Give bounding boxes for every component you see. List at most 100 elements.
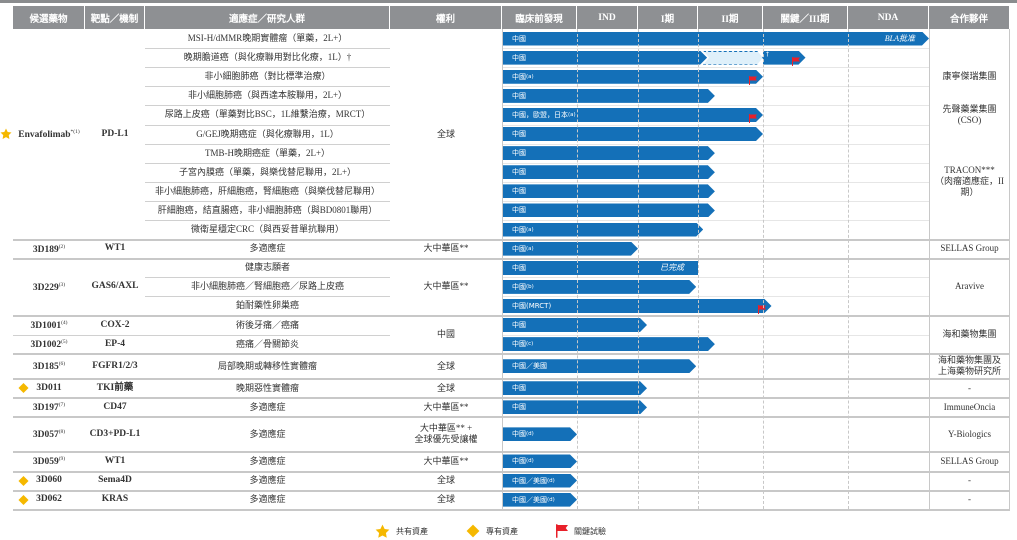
candidate-name: Envafolimab*(1) — [0, 29, 85, 239]
bar-footnote: (a) — [526, 73, 534, 80]
indication-text: 多適應症 — [249, 475, 286, 486]
candidate-label: 3D1001(4) — [30, 319, 68, 332]
bar-region-label: 中國 — [512, 282, 526, 291]
bar-region-label: 中國 — [512, 321, 526, 330]
bar-region-label: 中國／美國 — [512, 362, 547, 371]
bar-region-label: 中國 — [512, 149, 526, 158]
column-header: 關鍵／III期 — [763, 6, 848, 29]
partner-name: 康寧傑瑞集團 — [929, 67, 1010, 86]
bar-region-label: 中國 — [512, 225, 526, 234]
bar-region-label: 中國 — [512, 91, 526, 100]
rights-region: 大中華區** + 全球優先受讓權 — [414, 423, 478, 445]
indication-text: 多適應症 — [249, 428, 286, 439]
row-divider — [502, 105, 929, 107]
candidate-label: 3D057(8) — [32, 429, 66, 441]
bar-region-label: 中國(MRCT) — [512, 301, 552, 310]
column-header: NDA — [848, 6, 929, 29]
bar-region-label: 中國，歐盟，日本 — [512, 110, 568, 119]
bar-region-label: 中國 — [512, 72, 526, 81]
indication-text: 局部晚期或轉移性實體瘤 — [217, 360, 317, 371]
candidate-label: 3D059(9) — [32, 456, 66, 468]
legend-item: 專有資產 — [466, 524, 518, 538]
rights-region: 中國 — [436, 329, 455, 340]
bar-region-label: 中國 — [512, 187, 526, 196]
column-header: 靶點／機制 — [85, 6, 145, 29]
bar-region-label: 中國 — [512, 430, 526, 439]
row-divider — [502, 334, 929, 336]
column-header: 權利 — [390, 6, 502, 29]
diamond-icon — [466, 524, 480, 538]
bar-status-note: BLA批准 — [884, 34, 915, 44]
row-divider — [502, 296, 929, 298]
phase-gridline — [577, 29, 578, 510]
candidate-label: 3D011 — [36, 382, 62, 393]
candidate-label: 3D185(6) — [32, 361, 66, 373]
co-owned-asset-star-icon — [0, 128, 12, 140]
partner-name: - — [929, 490, 1010, 509]
candidate-footnote: (5) — [61, 339, 68, 346]
row-divider — [502, 181, 929, 183]
phase-progress-bar: 中國 — [503, 400, 647, 414]
candidate-name: 3D229(3) — [13, 258, 85, 315]
indication-text: 非小細胞肺癌（與西達本胺聯用，2L+） — [187, 90, 348, 101]
indication-text: 晚期惡性實體瘤 — [235, 382, 299, 393]
bar-status-note: 已完成 — [660, 263, 684, 273]
top-rule — [0, 0, 1017, 3]
bar-region-label: 中國 — [512, 457, 526, 466]
bar-footnote: (d) — [547, 477, 555, 484]
phase-progress-bar: 中國 BLA批准 — [503, 32, 929, 46]
rights-region: 全球 — [436, 128, 455, 139]
bar-region-label: 中國 — [512, 53, 526, 62]
candidate-name: 3D059(9) — [13, 452, 85, 471]
flag-icon — [556, 524, 568, 538]
partner-line: 上海藥物研究所 — [937, 366, 1001, 377]
partner-line: - — [968, 475, 971, 486]
candidate-name: 3D011 — [13, 379, 85, 398]
proprietary-asset-diamond-icon — [18, 383, 29, 394]
partner-name: SELLAS Group — [929, 239, 1010, 258]
legend-item: 共有資產 — [375, 524, 428, 539]
candidate-name: 3D057(8) — [13, 417, 85, 452]
pivotal-trial-flag-icon — [749, 110, 757, 123]
bar-footnote: (d) — [526, 431, 534, 438]
bar-region-label: 中國 — [512, 244, 526, 253]
candidate-name: 3D189(2) — [13, 239, 85, 258]
pivotal-trial-flag-icon — [757, 301, 766, 314]
pivotal-trial-flag-icon — [791, 53, 800, 66]
column-border — [1009, 29, 1010, 510]
column-header: I期 — [638, 6, 698, 29]
phase-gridline — [848, 29, 849, 510]
candidate-footnote: (2) — [58, 243, 66, 250]
column-header: II期 — [698, 6, 763, 29]
phase-progress-bar: 中國 — [503, 165, 715, 179]
partner-line: 海和藥物集團及 — [937, 355, 1001, 366]
legend-item: 關鍵試驗 — [556, 524, 606, 538]
partner-name: 海和藥物集團 — [929, 316, 1010, 354]
indication-text: 非小細胞肺癌，肝細胞癌，腎細胞癌（與樂伐替尼聯用） — [154, 185, 380, 196]
phase-progress-bar: 中國 — [503, 146, 715, 160]
star-icon — [375, 524, 390, 539]
phase-progress-bar: 中國 — [503, 318, 647, 332]
partner-line: SELLAS Group — [940, 243, 999, 254]
indication-text: 多適應症 — [249, 401, 286, 412]
phase-progress-bar: 中國 (d) — [503, 454, 577, 468]
partner-line: ImmuneOncia — [943, 401, 996, 412]
candidate-footnote: (9) — [58, 456, 66, 463]
indication-text: TMB-H晚期癌症（單藥，2L+） — [204, 147, 331, 158]
partner-name: Y-Biologics — [929, 417, 1010, 452]
candidate-name: 3D185(6) — [13, 354, 85, 379]
indication-text: 非小細胞肺癌（對比標準治療） — [204, 71, 331, 82]
indication-text: 晚期膽道癌（與化療聯用對比化療，1L）† — [183, 52, 352, 63]
candidate-label: 3D1002(5) — [30, 339, 68, 351]
candidate-footnote: (6) — [58, 361, 66, 368]
candidate-label: 3D229(3) — [32, 281, 66, 293]
partner-line: Y-Biologics — [947, 428, 991, 439]
indication-text: 鉑耐藥性卵巢癌 — [235, 300, 299, 311]
bar-region-label: 中國 — [512, 130, 526, 139]
target-mechanism: COX-2 — [100, 319, 130, 330]
column-header: IND — [577, 6, 638, 29]
column-border — [502, 29, 503, 510]
bar-footnote: (b) — [526, 283, 534, 290]
candidate-footnote: (8) — [58, 429, 66, 436]
partner-line: - — [968, 382, 971, 393]
